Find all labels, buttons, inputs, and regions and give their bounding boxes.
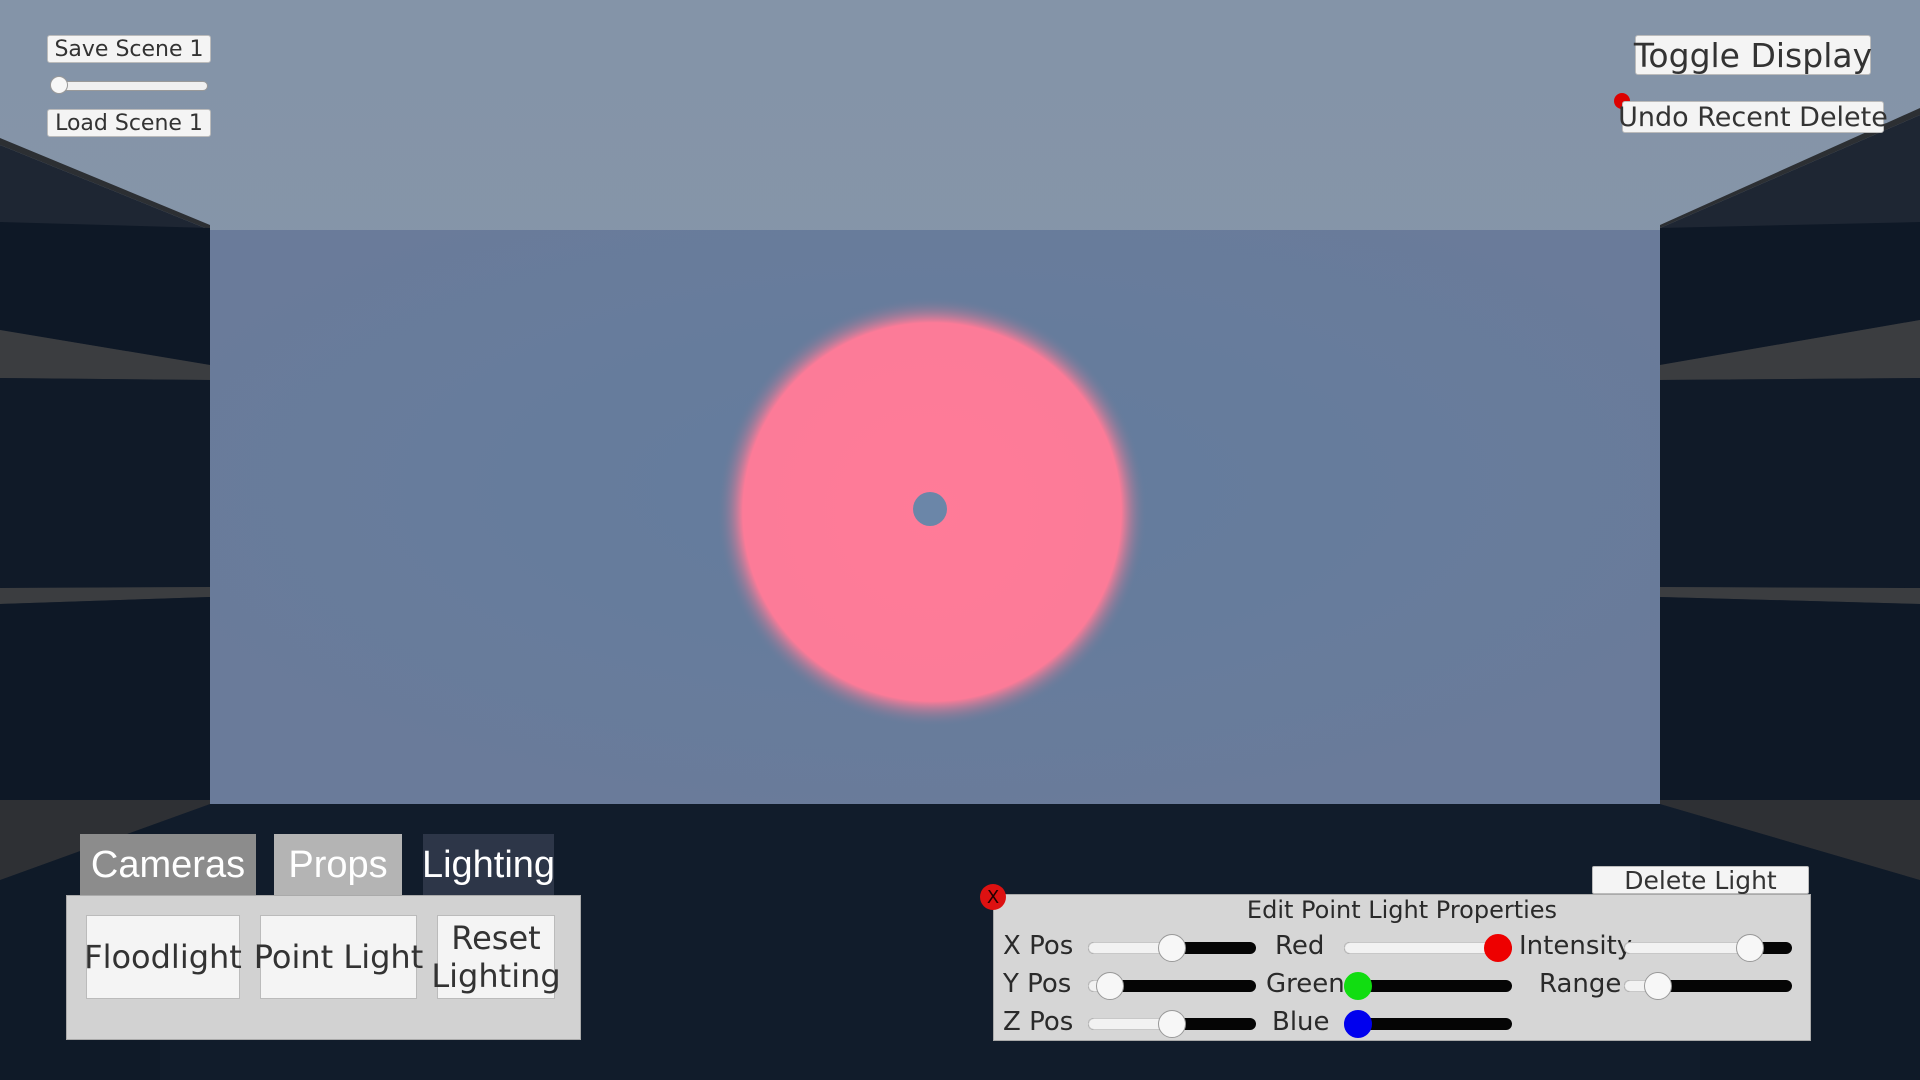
scene-slot-slider[interactable] bbox=[50, 70, 208, 100]
y-pos-label: Y Pos bbox=[1003, 969, 1072, 999]
slider-handle[interactable] bbox=[1158, 1010, 1186, 1038]
z-pos-label: Z Pos bbox=[1003, 1007, 1074, 1037]
slider-handle[interactable] bbox=[1484, 934, 1512, 962]
green-label: Green bbox=[1266, 969, 1345, 999]
scene-slot-handle[interactable] bbox=[50, 76, 68, 94]
range-slider[interactable] bbox=[1624, 969, 1792, 1003]
red-slider[interactable] bbox=[1344, 931, 1512, 965]
undo-recent-delete-button[interactable]: Undo Recent Delete bbox=[1618, 101, 1888, 133]
load-scene-button[interactable]: Load Scene 1 bbox=[47, 109, 211, 137]
tab-lighting[interactable]: Lighting bbox=[422, 834, 555, 896]
slider-fill bbox=[1624, 942, 1750, 954]
blue-slider[interactable] bbox=[1344, 1007, 1512, 1041]
save-scene-button[interactable]: Save Scene 1 bbox=[47, 35, 211, 63]
floodlight-button[interactable]: Floodlight bbox=[84, 915, 242, 999]
reset-lighting-button[interactable]: Reset Lighting bbox=[431, 915, 561, 999]
slider-handle[interactable] bbox=[1344, 1010, 1372, 1038]
slider-handle[interactable] bbox=[1158, 934, 1186, 962]
range-label: Range bbox=[1539, 969, 1622, 999]
y-pos-slider[interactable] bbox=[1088, 969, 1256, 1003]
x-pos-label: X Pos bbox=[1003, 931, 1074, 961]
tab-cameras[interactable]: Cameras bbox=[80, 834, 256, 896]
slider-fill bbox=[1344, 942, 1498, 954]
red-label: Red bbox=[1275, 931, 1325, 961]
slider-handle[interactable] bbox=[1344, 972, 1372, 1000]
intensity-label: Intensity bbox=[1519, 931, 1633, 961]
slider-handle[interactable] bbox=[1736, 934, 1764, 962]
slider-handle[interactable] bbox=[1095, 972, 1124, 1000]
tab-props[interactable]: Props bbox=[274, 834, 402, 896]
close-editor-icon[interactable]: X bbox=[980, 884, 1006, 910]
light-editor-title: Edit Point Light Properties bbox=[1246, 896, 1558, 924]
toggle-display-button[interactable]: Toggle Display bbox=[1634, 35, 1872, 75]
green-slider[interactable] bbox=[1344, 969, 1512, 1003]
point-light-bulb bbox=[913, 492, 947, 526]
z-pos-slider[interactable] bbox=[1088, 1007, 1256, 1041]
x-pos-slider[interactable] bbox=[1088, 931, 1256, 965]
blue-label: Blue bbox=[1272, 1007, 1330, 1037]
delete-light-button[interactable]: Delete Light bbox=[1592, 866, 1809, 895]
intensity-slider[interactable] bbox=[1624, 931, 1792, 965]
slider-handle[interactable] bbox=[1643, 972, 1672, 1000]
point-light-button[interactable]: Point Light bbox=[254, 915, 423, 999]
